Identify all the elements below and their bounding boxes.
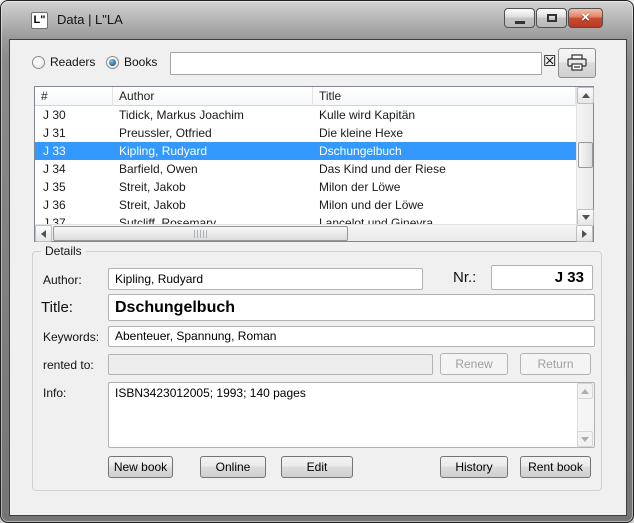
vertical-scroll-thumb[interactable] <box>578 142 593 168</box>
arrow-up-icon <box>582 93 590 98</box>
table-cell-title: Das Kind und der Riese <box>313 160 576 178</box>
table-cell-author: Streit, Jakob <box>113 196 313 214</box>
table-cell-author: Preussler, Otfried <box>113 124 313 142</box>
arrow-up-icon <box>581 389 589 394</box>
search-input[interactable] <box>170 52 542 75</box>
table-cell-title: Milon der Löwe <box>313 178 576 196</box>
table-cell-author: Tidick, Markus Joachim <box>113 106 313 124</box>
title-field[interactable]: Dschungelbuch <box>108 294 595 321</box>
online-button[interactable]: Online <box>200 456 266 478</box>
printer-icon <box>566 54 588 72</box>
window-title: Data | L"LA <box>57 12 123 27</box>
info-label: Info: <box>43 386 66 400</box>
rent-book-button[interactable]: Rent book <box>520 456 591 478</box>
table-header: #AuthorTitle <box>35 87 576 106</box>
rented-to-label: rented to: <box>43 358 94 372</box>
column-header-author[interactable]: Author <box>113 87 313 106</box>
scroll-left-button[interactable] <box>35 225 52 242</box>
info-scroll-down-button[interactable] <box>577 431 593 447</box>
arrow-right-icon <box>582 230 587 238</box>
vertical-scrollbar[interactable] <box>576 87 593 226</box>
maximize-icon <box>547 14 557 22</box>
table-cell-author: Streit, Jakob <box>113 178 313 196</box>
scroll-right-button[interactable] <box>576 225 593 242</box>
history-button[interactable]: History <box>440 456 508 478</box>
author-field[interactable]: Kipling, Rudyard <box>108 268 423 290</box>
nr-label: Nr.: <box>453 269 476 286</box>
table-cell-title: Kulle wird Kapitän <box>313 106 576 124</box>
table-row[interactable]: J 35Streit, JakobMilon der Löwe <box>35 178 576 196</box>
horizontal-scrollbar[interactable] <box>35 224 593 241</box>
readers-radio[interactable] <box>32 56 45 69</box>
table-row[interactable]: J 36Streit, JakobMilon und der Löwe <box>35 196 576 214</box>
keywords-field[interactable]: Abenteuer, Spannung, Roman <box>108 326 595 347</box>
edit-button[interactable]: Edit <box>281 456 353 478</box>
readers-radio-label[interactable]: Readers <box>50 55 95 69</box>
rented-to-field <box>108 354 433 375</box>
table-cell-num: J 36 <box>35 196 113 214</box>
table-row[interactable]: J 33Kipling, RudyardDschungelbuch <box>35 142 576 160</box>
close-button[interactable]: × <box>568 8 603 28</box>
keywords-label: Keywords: <box>43 330 99 344</box>
client-area: Readers Books ☒ #AuthorTitle J 30Tidick,… <box>9 39 627 516</box>
table-cell-num: J 31 <box>35 124 113 142</box>
close-icon: × <box>581 9 590 27</box>
horizontal-scroll-thumb[interactable] <box>53 226 348 241</box>
arrow-down-icon <box>582 215 590 220</box>
table-row[interactable]: J 34Barfield, OwenDas Kind und der Riese <box>35 160 576 178</box>
details-legend: Details <box>41 244 86 258</box>
table-cell-num: J 33 <box>35 142 113 160</box>
minimize-button[interactable] <box>504 8 535 28</box>
table-cell-author: Barfield, Owen <box>113 160 313 178</box>
print-button[interactable] <box>558 48 596 78</box>
arrow-left-icon <box>41 230 46 238</box>
new-book-button[interactable]: New book <box>108 456 173 478</box>
clear-search-icon[interactable]: ☒ <box>543 54 556 70</box>
table-cell-author: Kipling, Rudyard <box>113 142 313 160</box>
books-table: #AuthorTitle J 30Tidick, Markus JoachimK… <box>34 86 594 242</box>
table-cell-title: Milon und der Löwe <box>313 196 576 214</box>
scroll-up-button[interactable] <box>577 87 594 104</box>
column-header-title[interactable]: Title <box>313 87 576 106</box>
info-scroll-up-button[interactable] <box>577 383 593 399</box>
table-cell-title: Die kleine Hexe <box>313 124 576 142</box>
author-label: Author: <box>43 273 82 287</box>
nr-field: J 33 <box>491 265 593 290</box>
arrow-down-icon <box>581 437 589 442</box>
app-icon-glyph: L" <box>34 14 46 26</box>
table-row[interactable]: J 30Tidick, Markus JoachimKulle wird Kap… <box>35 106 576 124</box>
minimize-icon <box>515 21 525 24</box>
info-scrollbar[interactable] <box>577 383 594 447</box>
books-radio[interactable] <box>106 56 119 69</box>
books-radio-label[interactable]: Books <box>124 55 157 69</box>
info-field[interactable]: ISBN3423012005; 1993; 140 pages <box>108 382 595 448</box>
table-cell-num: J 35 <box>35 178 113 196</box>
column-header-num[interactable]: # <box>35 87 113 106</box>
scroll-grip <box>194 230 207 238</box>
table-body: J 30Tidick, Markus JoachimKulle wird Kap… <box>35 106 576 226</box>
table-cell-title: Dschungelbuch <box>313 142 576 160</box>
table-cell-num: J 34 <box>35 160 113 178</box>
table-cell-num: J 30 <box>35 106 113 124</box>
titlebar[interactable]: L" Data | L"LA × <box>1 1 633 39</box>
table-row[interactable]: J 31Preussler, OtfriedDie kleine Hexe <box>35 124 576 142</box>
maximize-button[interactable] <box>536 8 567 28</box>
info-text: ISBN3423012005; 1993; 140 pages <box>115 386 306 400</box>
app-window: L" Data | L"LA × Readers Books ☒ <box>0 0 634 523</box>
return-button: Return <box>520 353 591 375</box>
renew-button: Renew <box>440 353 508 375</box>
app-icon: L" <box>31 12 48 29</box>
title-label: Title: <box>41 299 73 316</box>
details-group: Details Author: Kipling, Rudyard Nr.: J … <box>32 251 602 491</box>
